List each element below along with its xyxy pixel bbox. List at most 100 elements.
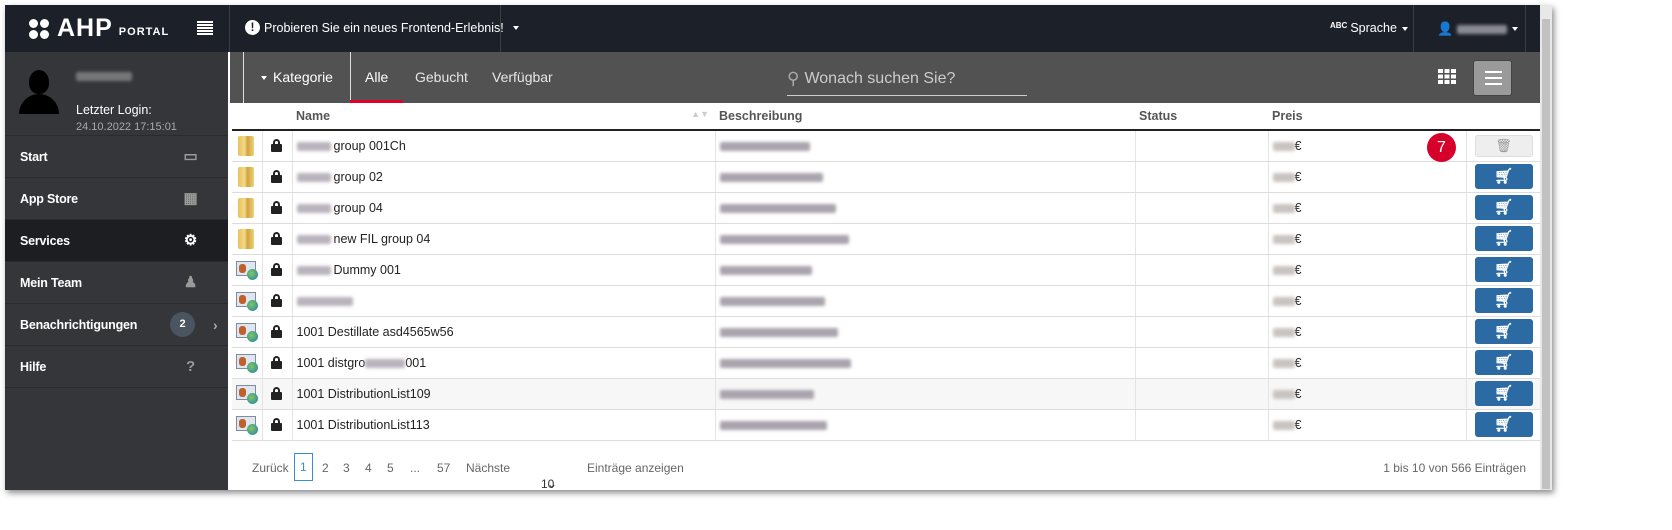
column-status[interactable]: Status [1135,103,1268,131]
status-cell [1134,285,1268,317]
sort-icon[interactable]: ▲▼ [691,109,709,119]
lock-cell [261,223,292,255]
list-view-button[interactable] [1473,60,1512,96]
delete-button[interactable]: 🗑 [1474,134,1533,157]
lock-cell [261,192,292,224]
status-cell [1134,130,1268,162]
column-name[interactable]: Name ▲▼ [292,103,715,131]
menu-toggle-icon[interactable] [197,21,213,35]
table-row[interactable]: Dummy 001 € 🛒︎ [232,254,1540,286]
page-4[interactable]: 4 [365,461,372,475]
blurred-text [296,265,331,275]
blurred-text [296,296,353,306]
sidebar-item-app-store[interactable]: App Store ▦ [5,178,228,220]
name-cell[interactable]: group 02 [291,161,715,193]
action-cell: 🗑 [1465,130,1540,162]
user-profile: Letzter Login: 24.10.2022 17:15:01 [5,52,228,136]
notification-badge: 2 [170,312,195,337]
name-cell[interactable]: 1001 Destillate asd4565w56 [291,316,715,348]
gear-icon: ⚙ [183,232,198,249]
status-cell [1134,347,1268,379]
prev-page[interactable]: Zurück [252,461,289,475]
lock-icon [270,139,282,153]
description-cell [714,316,1135,348]
name-cell[interactable]: group 001Ch [291,130,715,162]
chevron-right-icon[interactable]: › [213,304,218,346]
name-cell[interactable]: 1001 DistributionList113 [291,409,715,441]
column-preis[interactable]: Preis [1268,103,1466,131]
page-57[interactable]: 57 [437,461,450,475]
add-to-cart-button[interactable]: 🛒︎ [1474,195,1533,220]
name-cell[interactable]: group 04 [291,192,715,224]
lock-cell [261,316,292,348]
monitor-icon: ▭ [183,148,198,165]
description-cell [714,161,1135,193]
tab-verfuegbar[interactable]: Verfügbar [492,52,553,103]
add-to-cart-button[interactable]: 🛒︎ [1474,226,1533,251]
distribution-list-icon [236,322,258,342]
name-cell[interactable]: 1001 DistributionList109 [291,378,715,410]
name-cell[interactable] [291,285,715,317]
name-cell[interactable]: new FIL group 04 [291,223,715,255]
add-to-cart-button[interactable]: 🛒︎ [1474,350,1533,375]
question-icon: ? [186,358,195,375]
grid-view-icon[interactable] [1438,69,1456,84]
frontend-notice-dropdown[interactable]: ! Probieren Sie ein neues Frontend-Erlebn… [245,20,519,35]
blurred-description [719,327,838,337]
add-to-cart-button[interactable]: 🛒︎ [1474,164,1533,189]
name-cell[interactable]: 1001 distgro 001 [291,347,715,379]
add-to-cart-button[interactable]: 🛒︎ [1474,412,1533,437]
table-row[interactable]: 1001 Destillate asd4565w56 € 🛒︎ [232,316,1540,348]
table-row[interactable]: 1001 DistributionList113 € 🛒︎ [232,409,1540,441]
table-row[interactable]: 1001 distgro 001 € 🛒︎ [232,347,1540,379]
description-cell [714,192,1135,224]
page-3[interactable]: 3 [343,461,350,475]
name-cell[interactable]: Dummy 001 [291,254,715,286]
folder-icon [238,228,254,249]
table-row[interactable]: 1001 DistributionList109 € 🛒︎ [232,378,1540,410]
table-row[interactable]: group 04 € 🛒︎ [232,192,1540,224]
nav-label: Services [20,234,70,248]
sidebar-item-benachrichtigungen[interactable]: Benachrichtigungen 2 › [5,304,228,346]
status-cell [1134,161,1268,193]
table-row[interactable]: group 02 € 🛒︎ [232,161,1540,193]
action-cell: 🛒︎ [1465,254,1540,286]
blurred-price [1272,234,1295,244]
add-to-cart-button[interactable]: 🛒︎ [1474,319,1533,344]
nav-label: Start [20,150,48,164]
table-row[interactable]: € 🛒︎ [232,285,1540,317]
add-to-cart-button[interactable]: 🛒︎ [1474,288,1533,313]
exclamation-icon: ! [245,20,260,35]
distribution-list-icon [236,353,258,373]
lock-icon [270,418,282,431]
nav-label: App Store [20,192,78,206]
logo[interactable]: AHP PORTAL [29,16,169,41]
sidebar-item-mein-team[interactable]: Mein Team ♟ [5,262,228,304]
sidebar-item-hilfe[interactable]: Hilfe? [5,346,228,388]
table-row[interactable]: new FIL group 04 € 🛒︎ [232,223,1540,255]
language-label: Sprache [1350,21,1397,35]
price-cell: € [1267,409,1466,441]
add-to-cart-button[interactable]: 🛒︎ [1474,381,1533,406]
search-field[interactable]: ⚲ Wonach suchen Sie? [787,62,1027,96]
user-icon: 👤 [1437,21,1454,36]
page-5[interactable]: 5 [387,461,394,475]
type-cell [232,254,262,286]
search-input[interactable]: Wonach suchen Sie? [804,70,955,88]
tab-gebucht[interactable]: Gebucht [415,52,468,103]
page-2[interactable]: 2 [322,461,329,475]
page-1[interactable]: 1 [294,453,313,481]
lock-icon [270,232,282,245]
category-dropdown[interactable]: Kategorie [243,52,351,103]
next-page[interactable]: Nächste [466,461,510,475]
sidebar-item-services[interactable]: Services ⚙ [5,220,228,262]
table-row[interactable]: group 001Ch € 🗑 [232,130,1540,162]
tab-alle[interactable]: Alle [349,52,404,103]
language-dropdown[interactable]: ABC Sprache [1330,21,1408,35]
add-to-cart-button[interactable]: 🛒︎ [1474,257,1533,282]
distribution-list-icon [236,415,258,435]
column-beschreibung[interactable]: Beschreibung [715,103,1135,131]
scrollbar[interactable] [1540,5,1552,490]
user-menu[interactable]: 👤 [1437,21,1519,37]
sidebar-item-start[interactable]: Start ▭ [5,136,228,178]
